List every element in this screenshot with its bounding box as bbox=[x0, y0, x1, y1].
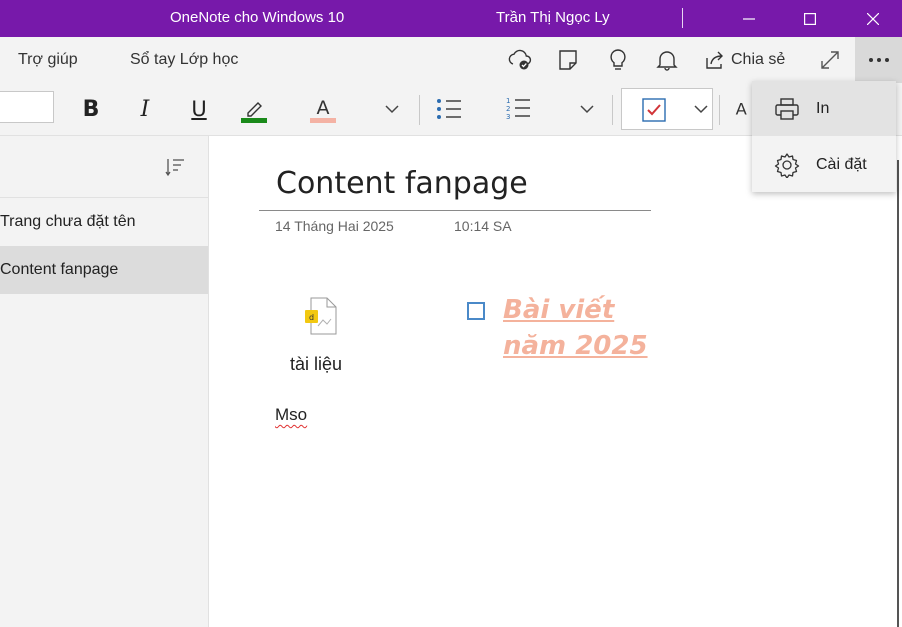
styles-icon: A bbox=[736, 100, 748, 119]
font-options-dropdown[interactable] bbox=[382, 93, 402, 125]
styles-glyph: A bbox=[736, 100, 748, 119]
maximize-button[interactable] bbox=[787, 0, 833, 37]
menu-item-settings[interactable]: Cài đặt bbox=[752, 137, 896, 192]
page-item-label: Trang chưa đặt tên bbox=[0, 213, 136, 230]
title-underline bbox=[259, 210, 651, 211]
menu-help[interactable]: Trợ giúp bbox=[18, 51, 78, 69]
app-title: OneNote cho Windows 10 bbox=[170, 9, 345, 26]
chevron-down-icon bbox=[694, 105, 708, 114]
more-options-button[interactable] bbox=[855, 37, 902, 83]
tell-me-button[interactable] bbox=[605, 47, 631, 73]
page-item-label: Content fanpage bbox=[0, 261, 119, 278]
share-button[interactable]: Chia sẻ bbox=[703, 48, 785, 72]
sync-status-button[interactable] bbox=[507, 47, 533, 73]
file-icon[interactable]: d bbox=[304, 296, 340, 336]
menu-item-label: In bbox=[816, 99, 830, 117]
chevron-down-icon bbox=[385, 104, 399, 113]
print-icon bbox=[775, 97, 799, 120]
page-title-text: Content fanpage bbox=[276, 166, 528, 201]
share-icon bbox=[706, 51, 723, 69]
svg-text:1: 1 bbox=[506, 97, 510, 105]
fullscreen-button[interactable] bbox=[817, 47, 843, 73]
page-view-button[interactable] bbox=[555, 47, 581, 73]
italic-button[interactable]: I bbox=[134, 93, 156, 125]
ribbon-separator bbox=[612, 95, 613, 125]
font-color-glyph: A bbox=[317, 97, 330, 119]
menu-item-print[interactable]: In bbox=[752, 81, 896, 136]
font-color-button[interactable]: A bbox=[308, 93, 338, 125]
todo-tag-button[interactable] bbox=[621, 88, 713, 130]
page-time: 10:14 SA bbox=[454, 218, 512, 234]
svg-text:d: d bbox=[309, 313, 314, 322]
lightbulb-icon bbox=[610, 49, 626, 70]
checkbox-tag-icon bbox=[642, 98, 666, 122]
user-name[interactable]: Trần Thị Ngọc Ly bbox=[496, 9, 610, 26]
todo-checkbox[interactable] bbox=[467, 302, 485, 320]
more-options-menu: In Cài đặt bbox=[752, 81, 896, 192]
chevron-down-icon bbox=[580, 104, 594, 113]
notifications-button[interactable] bbox=[654, 47, 680, 73]
minimize-icon bbox=[743, 17, 755, 20]
share-label: Chia sẻ bbox=[731, 51, 786, 68]
page-item-untitled[interactable]: Trang chưa đặt tên bbox=[0, 197, 208, 245]
note-text[interactable]: Mso bbox=[275, 405, 307, 425]
close-button[interactable] bbox=[850, 0, 896, 37]
title-bar: OneNote cho Windows 10 Trần Thị Ngọc Ly bbox=[0, 0, 902, 37]
attachment-label: tài liệu bbox=[290, 354, 343, 374]
vertical-scrollbar[interactable] bbox=[897, 160, 899, 627]
styles-button[interactable]: A bbox=[734, 93, 752, 125]
note-canvas[interactable]: Content fanpage 14 Tháng Hai 2025 10:14 … bbox=[209, 136, 897, 627]
highlight-button[interactable] bbox=[238, 93, 270, 125]
numbering-button[interactable]: 1 2 3 bbox=[503, 93, 533, 125]
bold-button[interactable]: B bbox=[80, 93, 102, 125]
ribbon-separator bbox=[719, 95, 720, 125]
list-options-dropdown[interactable] bbox=[577, 93, 597, 125]
title-separator bbox=[682, 8, 683, 28]
gear-icon bbox=[774, 152, 800, 178]
svg-text:2: 2 bbox=[506, 105, 510, 113]
page-date: 14 Tháng Hai 2025 bbox=[275, 218, 394, 234]
sort-icon[interactable] bbox=[164, 156, 186, 178]
close-icon bbox=[867, 12, 879, 25]
font-color-icon: A bbox=[310, 97, 336, 123]
svg-text:3: 3 bbox=[506, 113, 510, 121]
bullets-icon bbox=[437, 99, 461, 119]
highlighter-icon bbox=[241, 102, 267, 123]
page-title[interactable]: Content fanpage bbox=[276, 166, 528, 201]
todo-item-text[interactable]: Bài viết năm 2025 bbox=[503, 292, 663, 364]
menu-item-label: Cài đặt bbox=[816, 155, 867, 173]
page-item-content-fanpage[interactable]: Content fanpage bbox=[0, 246, 208, 294]
menu-class-notebook[interactable]: Sổ tay Lớp học bbox=[130, 51, 238, 69]
more-icon bbox=[868, 58, 889, 62]
ribbon-separator bbox=[419, 95, 420, 125]
bell-icon bbox=[656, 51, 678, 71]
menu-bar: Trợ giúp Sổ tay Lớp học Chia sẻ bbox=[0, 37, 902, 83]
page-icon bbox=[559, 50, 577, 70]
maximize-icon bbox=[804, 12, 816, 25]
font-size-input[interactable] bbox=[0, 91, 54, 123]
page-list-pane: Trang chưa đặt tên Content fanpage bbox=[0, 136, 209, 627]
numbering-icon: 1 2 3 bbox=[506, 97, 530, 121]
minimize-button[interactable] bbox=[726, 0, 772, 37]
underline-button[interactable]: U bbox=[188, 93, 210, 125]
sync-icon bbox=[508, 49, 532, 70]
fullscreen-icon bbox=[821, 51, 839, 69]
bullets-button[interactable] bbox=[434, 93, 464, 125]
